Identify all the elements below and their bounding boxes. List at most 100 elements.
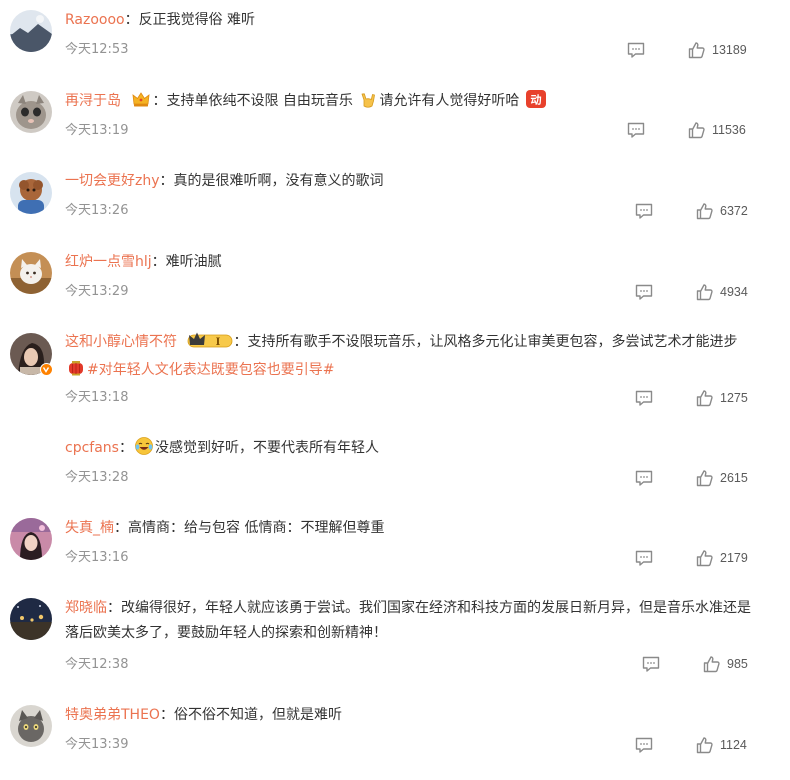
username[interactable]: 这和小醇心情不符 xyxy=(65,334,177,350)
sticker-icon: 动 xyxy=(525,89,547,109)
reply-button[interactable] xyxy=(635,390,653,407)
thumbs-up-icon xyxy=(703,655,721,673)
comment-body: 进步 xyxy=(709,334,738,350)
like-button[interactable]: 4934 xyxy=(696,283,748,301)
username[interactable]: 红炉一点雪hlj xyxy=(65,254,152,270)
hashtag-link[interactable]: #对年轻人文化表达既要包容也要引导# xyxy=(87,362,334,378)
thumbs-up-icon xyxy=(688,41,706,59)
like-button[interactable]: 11536 xyxy=(688,121,746,139)
reply-button[interactable] xyxy=(635,470,653,487)
comment-text: Razoooo：反正我觉得俗 难听 xyxy=(65,12,256,28)
comment-body: 难听油腻 xyxy=(165,254,222,270)
comment-icon xyxy=(627,122,645,139)
timestamp: 今天13:18 xyxy=(65,390,129,405)
like-count: 13189 xyxy=(712,43,747,57)
reply-button[interactable] xyxy=(635,550,653,567)
avatar[interactable] xyxy=(10,705,52,747)
comment-text: 再浔于岛 ：支持单依纯不设限 自由玩音乐 请允许有人觉得好听哈 动 xyxy=(65,89,750,114)
avatar[interactable] xyxy=(10,172,52,214)
sticker-text: 动 xyxy=(530,93,541,107)
crown-icon xyxy=(131,89,151,109)
timestamp: 今天13:39 xyxy=(65,737,129,752)
timestamp: 今天12:53 xyxy=(65,42,129,57)
like-count: 6372 xyxy=(720,204,748,218)
like-button[interactable]: 2179 xyxy=(696,549,748,567)
like-count: 4934 xyxy=(720,285,748,299)
comment-body: 俗不俗不知道，但就是难听 xyxy=(173,707,342,723)
avatar[interactable] xyxy=(10,252,52,294)
reply-button[interactable] xyxy=(642,656,660,673)
avatar[interactable] xyxy=(10,91,52,133)
timestamp: 今天13:26 xyxy=(65,203,129,218)
rock-hand-icon xyxy=(358,89,378,109)
comment-body: 改编得很好，年轻人就应该勇于尝试。我们国家在经济和科技方面的发展日新月异，但是音… xyxy=(121,600,709,616)
comment-icon xyxy=(635,284,653,301)
timestamp: 今天13:19 xyxy=(65,123,129,138)
timestamp: 今天13:29 xyxy=(65,284,129,299)
comment-text: 这和小醇心情不符 I ：支持所有歌手不设限玩音乐，让风格多元化让审美更包容，多尝试… xyxy=(65,330,755,383)
reply-button[interactable] xyxy=(635,203,653,220)
like-count: 2179 xyxy=(720,551,748,565)
avatar[interactable] xyxy=(10,518,52,560)
username[interactable]: 一切会更好zhy xyxy=(65,173,160,189)
thumbs-up-icon xyxy=(688,121,706,139)
username[interactable]: 郑晓临 xyxy=(65,600,107,616)
comment-text: cpcfans： 没感觉到好听，不要代表所有年轻人 xyxy=(65,436,750,461)
avatar[interactable] xyxy=(10,10,52,52)
comment-text: 特奥弟弟THEO：俗不俗不知道，但就是难听 xyxy=(65,707,342,723)
like-button[interactable]: 2615 xyxy=(696,469,748,487)
comment-icon xyxy=(635,390,653,407)
like-button[interactable]: 985 xyxy=(703,655,748,673)
like-button[interactable]: 1124 xyxy=(696,736,747,754)
comment-body: 支持所有歌手不设限玩音乐，让风格多元化让审美更包容，多尝试艺术才能 xyxy=(247,334,710,350)
comment-text: 郑晓临：改编得很好，年轻人就应该勇于尝试。我们国家在经济和科技方面的发展日新月异… xyxy=(65,600,751,641)
comment-body: 高情商：给与包容 低情商：不理解但尊重 xyxy=(128,520,385,536)
reply-button[interactable] xyxy=(635,737,653,754)
comment-text: 失真_楠：高情商：给与包容 低情商：不理解但尊重 xyxy=(65,520,385,536)
comment-body: 反正我觉得俗 难听 xyxy=(138,12,256,28)
username[interactable]: 失真_楠 xyxy=(65,520,114,536)
comment-text: 红炉一点雪hlj：难听油腻 xyxy=(65,254,222,270)
thumbs-up-icon xyxy=(696,469,714,487)
comment-icon xyxy=(635,203,653,220)
username[interactable]: 再浔于岛 xyxy=(65,93,121,109)
comment-text: 一切会更好zhy：真的是很难听啊，没有意义的歌词 xyxy=(65,173,384,189)
comment-body: 请允许有人觉得好听哈 xyxy=(379,93,520,109)
thumbs-up-icon xyxy=(696,202,714,220)
timestamp: 今天12:38 xyxy=(65,657,129,672)
thumbs-up-icon xyxy=(696,736,714,754)
avatar[interactable] xyxy=(10,598,52,640)
comment-icon xyxy=(627,42,645,59)
like-button[interactable]: 6372 xyxy=(696,202,748,220)
thumbs-up-icon xyxy=(696,389,714,407)
level-text: I xyxy=(216,337,221,348)
like-button[interactable]: 13189 xyxy=(688,41,747,59)
username[interactable]: 特奥弟弟THEO xyxy=(65,707,160,723)
timestamp: 今天13:28 xyxy=(65,470,129,485)
comment-body: 没感觉到好听，不要代表所有年轻人 xyxy=(154,440,379,456)
lantern-icon xyxy=(66,358,86,378)
comment-icon xyxy=(635,737,653,754)
comment-icon xyxy=(635,550,653,567)
like-count: 1275 xyxy=(720,391,748,405)
reply-button[interactable] xyxy=(635,284,653,301)
username[interactable]: Razoooo xyxy=(65,12,125,28)
like-count: 985 xyxy=(727,657,748,671)
thumbs-up-icon xyxy=(696,549,714,567)
level-badge-icon: I xyxy=(187,331,233,358)
laughing-tears-icon xyxy=(134,436,154,456)
like-count: 2615 xyxy=(720,471,748,485)
reply-button[interactable] xyxy=(627,42,645,59)
timestamp: 今天13:16 xyxy=(65,550,129,565)
like-count: 11536 xyxy=(712,123,746,137)
comment-icon xyxy=(642,656,660,673)
username[interactable]: cpcfans xyxy=(65,440,119,456)
reply-button[interactable] xyxy=(627,122,645,139)
avatar[interactable] xyxy=(10,333,53,376)
verified-badge-icon xyxy=(40,363,53,376)
comment-body: 支持单依纯不设限 自由玩音乐 xyxy=(166,93,353,109)
like-button[interactable]: 1275 xyxy=(696,389,748,407)
comment-body: 真的是很难听啊，没有意义的歌词 xyxy=(173,173,384,189)
like-count: 1124 xyxy=(720,738,747,752)
thumbs-up-icon xyxy=(696,283,714,301)
